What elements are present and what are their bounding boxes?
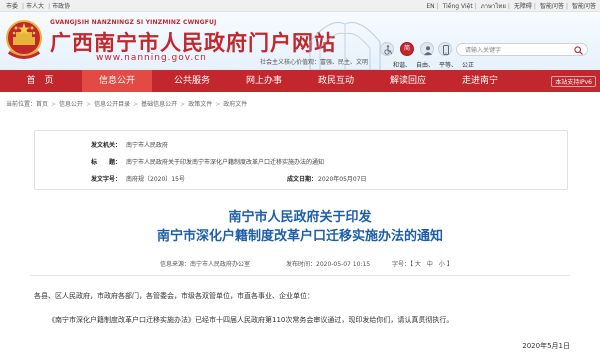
date-label: 成文日期： — [287, 176, 318, 183]
national-emblem-icon — [6, 20, 42, 59]
link-npc[interactable]: 市人大 — [26, 3, 44, 10]
document-sign-date: 2020年5月1日 — [522, 342, 570, 350]
wheelchair-icon — [384, 45, 392, 55]
main-nav: 首 页 信息公开 公共服务 网上办事 政民互动 解读回应 走进南宁 本站支持IP… — [0, 70, 600, 92]
nav-online-service[interactable]: 网上办事 — [232, 70, 296, 92]
meta-title-row: 标 题： 南宁市人民政府关于印发南宁市深化户籍制度改革户口迁移实施办法的通知 — [35, 157, 567, 169]
search-icon[interactable] — [574, 46, 583, 55]
hotword[interactable]: 自由、 — [416, 62, 434, 69]
site-name-pinyin: GVANGJSIH NANZNINGZ SI YINZMINZ CWNGFUJ — [50, 19, 217, 26]
mobile-icon — [443, 45, 449, 55]
date-value: 2020年05月07日 — [318, 176, 367, 183]
link-cppcc[interactable]: 市政协 — [52, 3, 70, 10]
smart-qa-link[interactable]: 智能问答 — [540, 3, 564, 10]
link-municipal-party[interactable]: 市委 — [6, 3, 18, 10]
document-title-line1: 南宁市人民政府关于印发 — [228, 210, 372, 225]
docno-label: 发文字号： — [91, 176, 122, 183]
document-meta-box: 发文机关： 南宁市人民政府 标 题： 南宁市人民政府关于印发南宁市深化户籍制度改… — [34, 130, 568, 190]
core-values-text: 社会主义核心价值观：富强、民主、文明 — [260, 59, 369, 66]
breadcrumb-item[interactable]: 政策文件 — [188, 101, 212, 108]
breadcrumb-item[interactable]: 信息公开 — [59, 101, 83, 108]
elder-mode-button[interactable]: 简 — [400, 42, 414, 56]
user-button[interactable] — [420, 42, 434, 56]
accessibility-button[interactable] — [380, 42, 394, 56]
lang-vi[interactable]: Tiếng Việt — [443, 3, 473, 10]
search-box — [456, 43, 588, 56]
document-title-line2: 南宁市深化户籍制度改革户口迁移实施办法的通知 — [156, 229, 443, 244]
issuer-value: 南宁市人民政府 — [126, 142, 169, 149]
breadcrumb: 当前位置：首页 > 信息公开 > 信息公开目录 > 基础信息公开 > 政策文件 > 政府文件 — [6, 101, 248, 108]
title-label: 标 题： — [91, 159, 122, 166]
site-domain: www.nanning.gov.cn — [96, 53, 207, 63]
nav-info-disclosure[interactable]: 信息公开 — [82, 70, 152, 92]
nav-interpretation[interactable]: 解读回应 — [376, 70, 440, 92]
document-body: 《南宁市深化户籍制度改革户口迁移实施办法》已经市十四届人民政府第110次常务会审… — [48, 316, 454, 324]
meta-issuer-row: 发文机关： 南宁市人民政府 — [35, 140, 567, 152]
title-value: 南宁市人民政府关于印发南宁市深化户籍制度改革户口迁移实施办法的通知 — [126, 159, 325, 166]
lang-en[interactable]: EN — [426, 3, 434, 10]
nav-about-nanning[interactable]: 走进南宁 — [448, 70, 512, 92]
top-links: 市委 | 市人大 | 市政协 — [6, 3, 71, 10]
smart-qa-link-2[interactable]: 智能问答 — [572, 3, 596, 10]
accessibility-link[interactable]: 无障碍 — [514, 3, 532, 10]
info-published: 发布时间：2020-05-07 10:15 — [286, 261, 371, 268]
breadcrumb-item[interactable]: 政府文件 — [223, 101, 247, 108]
hotword[interactable]: 和谐、 — [393, 62, 411, 69]
font-size-switcher[interactable]: 字号：【 大 中 小 】 — [392, 259, 453, 268]
elder-mode-label: 简 — [403, 45, 410, 52]
hotword[interactable]: 平等、 — [439, 62, 457, 69]
nav-home[interactable]: 首 页 — [6, 70, 74, 92]
top-utility-bar: 市委 | 市人大 | 市政协 EN | Tiếng Việt | ภาษาไทย | 无障碍 | 智能问… — [0, 0, 600, 12]
hotword[interactable]: 公正 — [462, 62, 474, 69]
meta-docno-row: 发文字号： 南府规〔2020〕15号 成文日期： 2020年05月07日 — [35, 174, 567, 186]
breadcrumb-item[interactable]: 基础信息公开 — [141, 101, 177, 108]
search-input[interactable] — [465, 45, 569, 55]
breadcrumb-item[interactable]: 信息公开目录 — [94, 101, 130, 108]
nav-public-service[interactable]: 公共服务 — [160, 70, 224, 92]
language-links: EN | Tiếng Việt | ภาษาไทย | 无障碍 | 智能问答 | 智能问答 — [426, 3, 596, 10]
user-icon — [424, 46, 432, 55]
docno-value: 南府规〔2020〕15号 — [126, 176, 185, 183]
mobile-button[interactable] — [438, 42, 452, 56]
breadcrumb-home[interactable]: 当前位置：首页 — [6, 101, 48, 108]
ipv6-badge: 本站支持IPv6 — [551, 76, 596, 87]
divider — [30, 275, 570, 276]
document-salutation: 各县、区人民政府，市政府各部门，各管委会，市级各双管单位，市直各事业、企业单位： — [34, 292, 314, 300]
lang-th[interactable]: ภาษาไทย — [481, 3, 506, 10]
hotwords: 和谐、 自由、 平等、 公正 — [388, 60, 474, 69]
site-header: GVANGJSIH NANZNINGZ SI YINZMINZ CWNGFUJ … — [0, 12, 600, 70]
info-source: 信息来源：南宁市人民政府办公室 — [160, 261, 251, 268]
issuer-label: 发文机关： — [91, 142, 122, 149]
nav-interaction[interactable]: 政民互动 — [304, 70, 368, 92]
